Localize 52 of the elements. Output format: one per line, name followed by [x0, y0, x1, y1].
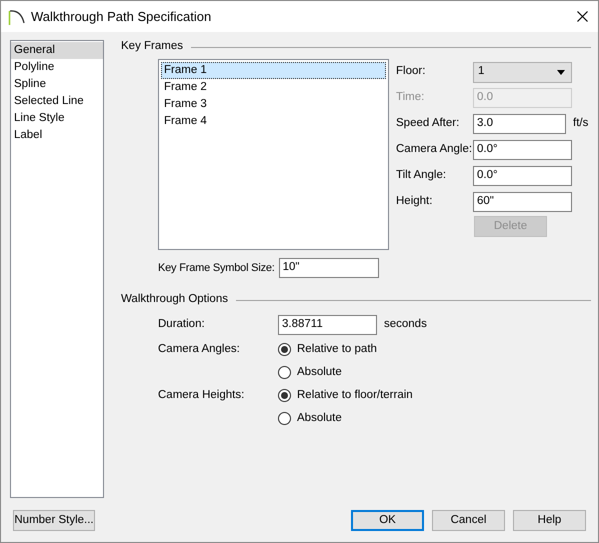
- radio-button[interactable]: [278, 412, 291, 425]
- field-label: Floor:: [396, 64, 426, 80]
- list-item[interactable]: Frame 2: [161, 79, 386, 96]
- number-style-button[interactable]: Number Style...: [13, 510, 95, 531]
- list-item[interactable]: Frame 3: [161, 96, 386, 113]
- field-label: Tilt Angle:: [396, 168, 448, 184]
- section-title: Walkthrough Options: [121, 292, 228, 308]
- unit-label: seconds: [384, 317, 427, 332]
- close-icon[interactable]: [577, 11, 588, 22]
- input-field[interactable]: 3.0: [473, 114, 566, 134]
- field-label: Speed After:: [396, 116, 460, 132]
- sidebar-item[interactable]: Line Style: [11, 110, 103, 127]
- field-label: Camera Angles:: [158, 342, 241, 357]
- radio-option[interactable]: Relative to path: [278, 340, 377, 358]
- sidebar-item[interactable]: Selected Line: [11, 93, 103, 110]
- input-field[interactable]: 0.0°: [473, 166, 572, 186]
- unit-label: ft/s: [573, 116, 588, 132]
- option-label: Absolute: [297, 364, 342, 380]
- caret-icon: [557, 70, 565, 74]
- floor-dropdown[interactable]: 1: [473, 62, 572, 82]
- sidebar-item[interactable]: General: [11, 42, 103, 59]
- app-icon: [8, 8, 26, 24]
- radio-option[interactable]: Absolute: [278, 364, 342, 382]
- field-label: Time:: [396, 90, 426, 106]
- input-field[interactable]: 0.0°: [473, 140, 572, 160]
- symbol-size-field[interactable]: 10": [278, 258, 379, 278]
- radio-option[interactable]: Relative to floor/terrain: [278, 386, 413, 404]
- section-title: Key Frames: [121, 39, 183, 54]
- field-label: Camera Angle:: [396, 142, 473, 158]
- list-item[interactable]: Frame 1: [161, 62, 386, 79]
- dialog-button[interactable]: Help: [513, 510, 586, 531]
- radio-button[interactable]: [278, 343, 291, 356]
- option-label: Relative to floor/terrain: [297, 388, 413, 403]
- input-field[interactable]: 60": [473, 192, 572, 212]
- dialog-button[interactable]: OK: [351, 510, 424, 531]
- field-label: Key Frame Symbol Size:: [158, 260, 275, 276]
- sidebar-item[interactable]: Label: [11, 127, 103, 144]
- field-label: Duration:: [158, 317, 206, 332]
- radio-option[interactable]: Absolute: [278, 410, 342, 428]
- field-label: Camera Heights:: [158, 388, 246, 403]
- frame-list[interactable]: Frame 1 Frame 2 Frame 3 Frame 4: [158, 59, 389, 250]
- window-title: Walkthrough Path Specification: [31, 8, 212, 26]
- list-item[interactable]: Frame 4: [161, 113, 386, 130]
- sidebar-item[interactable]: Polyline: [11, 59, 103, 76]
- dialog-button[interactable]: Cancel: [432, 510, 505, 531]
- option-label: Absolute: [297, 410, 342, 426]
- sidebar-item[interactable]: Spline: [11, 76, 103, 93]
- option-label: Relative to path: [297, 342, 377, 357]
- radio-button[interactable]: [278, 366, 291, 379]
- duration-field[interactable]: 3.88711: [278, 315, 377, 335]
- radio-button[interactable]: [278, 389, 291, 402]
- field-label: Height:: [396, 194, 434, 210]
